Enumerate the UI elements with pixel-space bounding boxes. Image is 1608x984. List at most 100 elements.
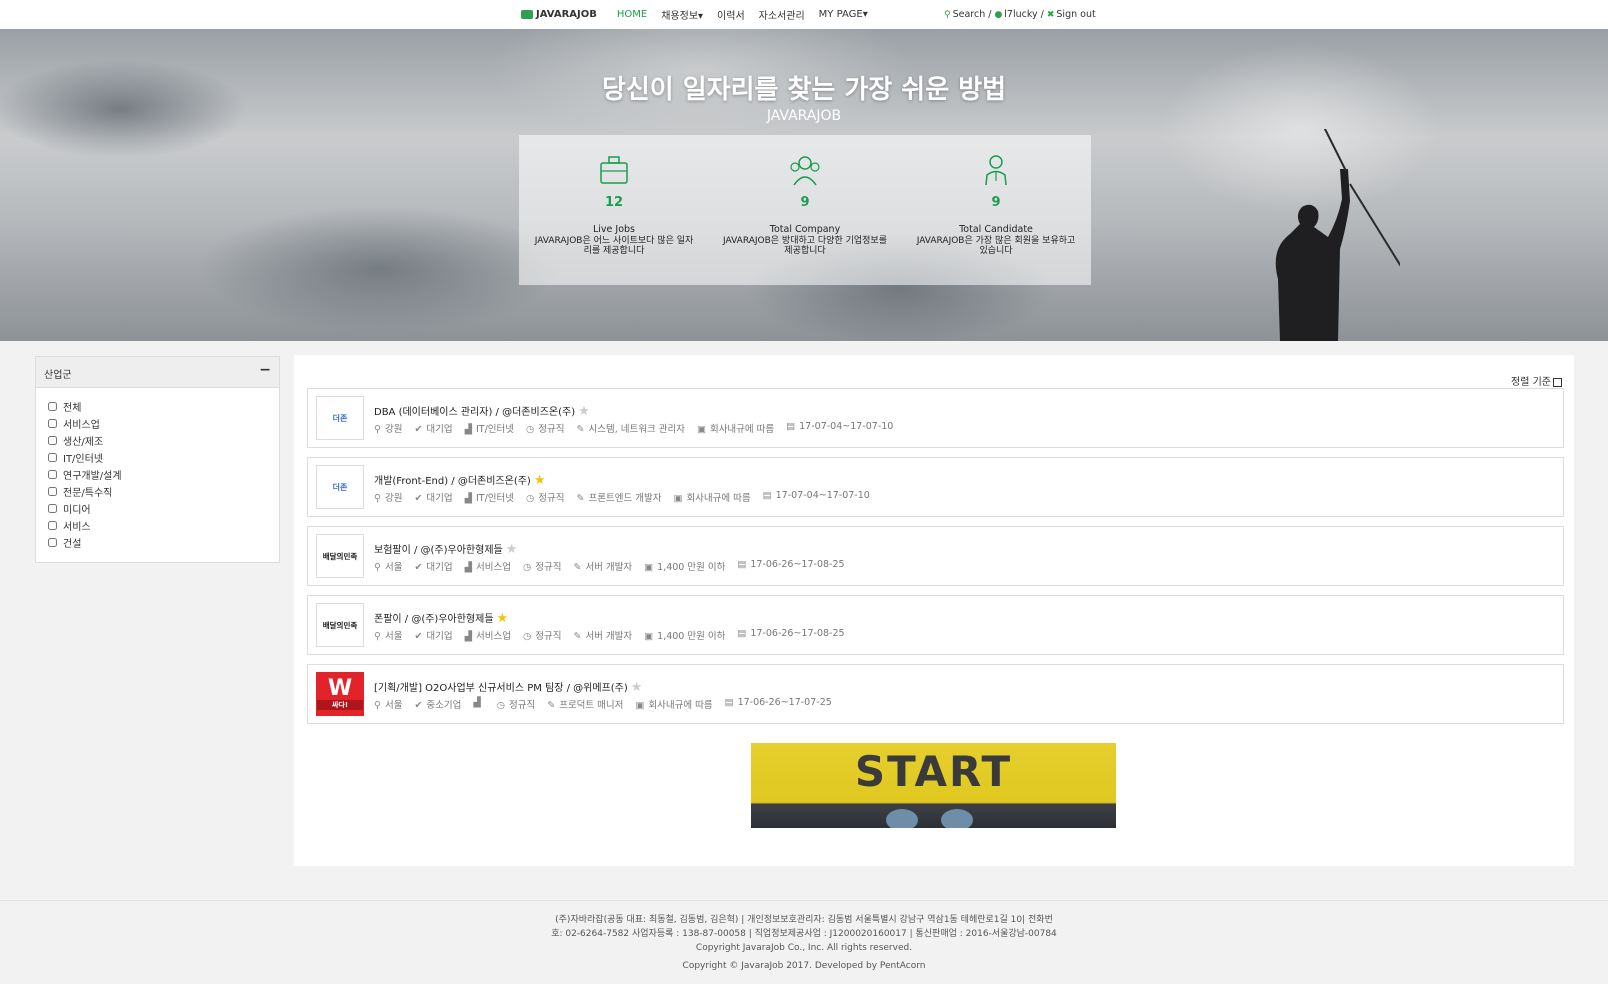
filter-item-all[interactable]: 전체 <box>48 398 279 415</box>
job-listing-row[interactable]: 더존 DBA (데이터베이스 관리자) / @더존비즈온(주) ★ ⚲ 강원 ✔ 대기… <box>307 388 1564 448</box>
filter-item-manufacturing[interactable]: 생산/제조 <box>48 432 279 449</box>
footer-developer: Copyright © JavaraJob 2017. Developed by… <box>682 961 926 971</box>
job-title-link[interactable]: 개발(Front-End) / @더존비즈온(주) ★ <box>374 472 546 488</box>
footer-copyright: Copyright JavaraJob Co., Inc. All rights… <box>695 943 913 953</box>
filter-checkbox[interactable] <box>48 470 57 479</box>
filter-checkbox[interactable] <box>48 402 57 411</box>
pencil-icon: ✎ <box>576 424 585 435</box>
job-list-panel: 정렬 기준 더존 DBA (데이터베이스 관리자) / @더존비즈온(주) ★ ⚲… <box>294 355 1574 866</box>
industry-icon: ▟ <box>464 631 472 642</box>
hero-subtitle: JAVARAJOB <box>766 108 842 124</box>
star-icon[interactable]: ★ <box>631 680 643 695</box>
location-pin-icon: ⚲ <box>374 424 381 435</box>
logo-text: JAVARAJOB <box>536 9 597 20</box>
location-pin-icon: ⚲ <box>374 631 381 642</box>
clock-icon: ◷ <box>526 493 535 504</box>
collapse-toggle-button[interactable]: − <box>259 362 271 378</box>
candidate-icon <box>985 155 1007 186</box>
check-icon: ✔ <box>414 424 423 435</box>
nav-item-mypage[interactable]: MY PAGE▾ <box>819 9 868 20</box>
calendar-icon: ▤ <box>724 697 734 708</box>
hero-title: 당신이 일자리를 찾는 가장 쉬운 방법 <box>601 75 1007 105</box>
search-icon: ⚲ <box>944 9 951 20</box>
job-title-link[interactable]: 보험팔이 / @(주)우아한형제들 ★ <box>374 541 517 557</box>
filter-item-specialist[interactable]: 전문/특수직 <box>48 483 279 500</box>
nav-item-cover-letter[interactable]: 자소서관리 <box>759 7 805 22</box>
banner-text: START <box>854 747 1013 796</box>
username-link[interactable]: l7lucky <box>1004 9 1037 20</box>
sort-dropdown[interactable]: 정렬 기준 <box>1511 373 1562 388</box>
money-icon: ▣ <box>696 424 706 435</box>
nav-menu: JAVARAJOB HOME 채용정보▾ 이력서 자소서관리 MY PAGE▾ <box>521 0 882 29</box>
company-group-icon <box>790 156 820 186</box>
filter-checkbox[interactable] <box>48 504 57 513</box>
briefcase-icon <box>600 156 628 184</box>
job-title-link[interactable]: [기획/개발] O2O사업부 신규서비스 PM 팀장 / @위메프(주) ★ <box>374 679 642 695</box>
stat-label: Live Jobs <box>592 224 635 235</box>
filter-item-service-industry[interactable]: 서비스업 <box>48 415 279 432</box>
job-meta: ⚲ 서울 ✔ 중소기업 ▟ ◷ 정규직 ✎ 프로덕트 매니저 ▣ 회사내규에 따름 ▤ 17… <box>374 697 832 711</box>
industry-icon: ▟ <box>464 424 472 435</box>
pencil-icon: ✎ <box>547 700 556 711</box>
filter-item-construction[interactable]: 건설 <box>48 534 279 551</box>
filter-item-rnd[interactable]: 연구개발/설계 <box>48 466 279 483</box>
filter-panel-title: 산업군 <box>44 370 72 381</box>
filter-checkbox[interactable] <box>48 419 57 428</box>
stat-description: JAVARAJOB은 어느 사이트보다 많은 일자리를 제공합니다 <box>534 236 694 256</box>
company-logo: 더존 <box>316 396 364 440</box>
filter-item-it-internet[interactable]: IT/인터넷 <box>48 449 279 466</box>
star-icon[interactable]: ★ <box>497 611 509 626</box>
job-listing-row[interactable]: 배달의민족 폰팔이 / @(주)우아한형제들 ★ ⚲ 서울 ✔ 대기업 ▟ 서비스업 ◷… <box>307 595 1564 655</box>
company-logo: 더존 <box>316 465 364 509</box>
golfer-silhouette <box>1275 129 1400 341</box>
location-pin-icon: ⚲ <box>374 562 381 573</box>
filter-checkbox[interactable] <box>48 436 57 445</box>
start-banner-image[interactable]: START <box>751 743 1116 828</box>
money-icon: ▣ <box>635 700 645 711</box>
money-icon: ▣ <box>644 562 654 573</box>
clock-icon: ◷ <box>496 700 505 711</box>
filter-checkbox[interactable] <box>48 487 57 496</box>
star-icon[interactable]: ★ <box>578 404 590 419</box>
footer-company-info: (주)자바라잡(공동 대표: 최동철, 김동범, 김은혁) | 개인정보보호관리… <box>555 915 1053 925</box>
star-icon[interactable]: ★ <box>534 473 546 488</box>
search-link[interactable]: Search <box>953 9 986 20</box>
stat-label: Total Company <box>769 224 841 235</box>
filter-item-media[interactable]: 미디어 <box>48 500 279 517</box>
check-icon: ✔ <box>414 631 423 642</box>
filter-item-service[interactable]: 서비스 <box>48 517 279 534</box>
clock-icon: ◷ <box>522 562 532 573</box>
industry-icon: ▟ <box>473 697 481 708</box>
company-logo: W 싸다! <box>316 672 364 716</box>
signout-link[interactable]: Sign out <box>1056 9 1095 20</box>
job-title-link[interactable]: DBA (데이터베이스 관리자) / @더존비즈온(주) ★ <box>374 403 590 419</box>
nav-item-jobs[interactable]: 채용정보▾ <box>661 7 703 22</box>
stat-label: Total Candidate <box>959 224 1033 235</box>
filter-checkbox[interactable] <box>48 453 57 462</box>
filter-checkbox[interactable] <box>48 521 57 530</box>
location-pin-icon: ⚲ <box>374 493 381 504</box>
filter-checkbox[interactable] <box>48 538 57 547</box>
job-listing-row[interactable]: 배달의민족 보험팔이 / @(주)우아한형제들 ★ ⚲ 서울 ✔ 대기업 ▟ 서비스업 … <box>307 526 1564 586</box>
job-meta: ⚲ 서울 ✔ 대기업 ▟ 서비스업 ◷ 정규직 ✎ 서버 개발자 ▣ 1,400 만원 이하… <box>374 559 845 573</box>
industry-icon: ▟ <box>464 562 472 573</box>
money-icon: ▣ <box>644 631 654 642</box>
nav-item-home[interactable]: HOME <box>617 9 647 20</box>
pencil-icon: ✎ <box>573 631 582 642</box>
job-listing-row[interactable]: 더존 개발(Front-End) / @더존비즈온(주) ★ ⚲ 강원 ✔ 대기업 ▟… <box>307 457 1564 517</box>
stat-value: 9 <box>991 195 1001 210</box>
industry-filter-panel: 산업군 − 전체 서비스업 생산/제조 IT/인터넷 연구개발/설계 전문/특수… <box>35 356 280 563</box>
site-logo[interactable]: JAVARAJOB <box>521 9 597 20</box>
company-logo: 배달의민족 <box>316 534 364 578</box>
job-title-link[interactable]: 폰팔이 / @(주)우아한형제들 ★ <box>374 610 508 626</box>
pencil-icon: ✎ <box>573 562 582 573</box>
site-footer: (주)자바라잡(공동 대표: 최동철, 김동범, 김은혁) | 개인정보보호관리… <box>0 900 1608 984</box>
job-listing-row[interactable]: W 싸다! [기획/개발] O2O사업부 신규서비스 PM 팀장 / @위메프(… <box>307 664 1564 724</box>
stat-value: 9 <box>800 195 810 210</box>
filter-panel-header: 산업군 − <box>36 357 279 388</box>
calendar-icon: ▤ <box>737 559 747 570</box>
stat-value: 12 <box>604 195 624 210</box>
star-icon[interactable]: ★ <box>506 542 518 557</box>
nav-item-resume[interactable]: 이력서 <box>717 7 745 22</box>
clock-icon: ◷ <box>522 631 532 642</box>
